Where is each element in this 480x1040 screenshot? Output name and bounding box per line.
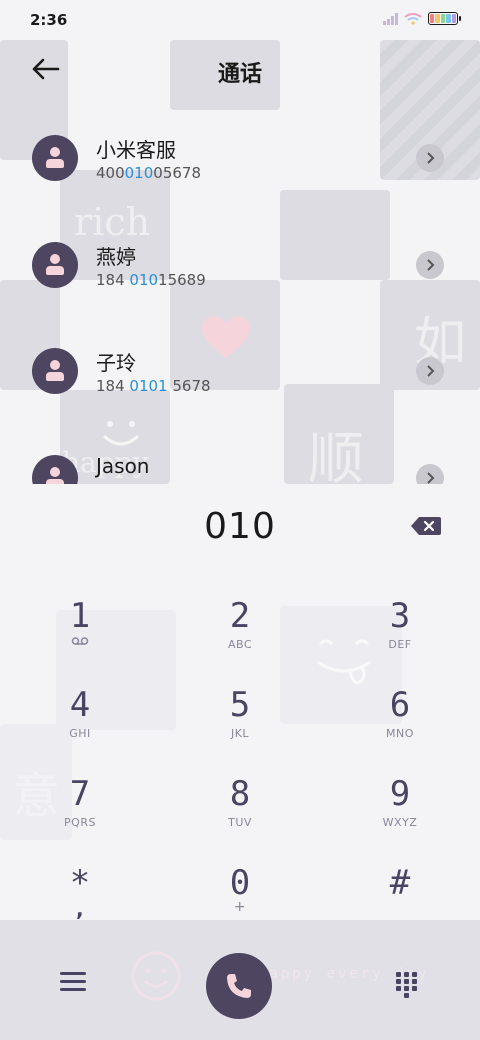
signal-icon <box>383 12 398 25</box>
chevron-right-icon <box>427 472 435 484</box>
chevron-right-icon <box>427 365 435 377</box>
avatar <box>32 135 78 181</box>
menu-icon-line <box>60 972 86 975</box>
contact-name: 子玲 <box>96 351 136 375</box>
key-5[interactable]: 5 JKL <box>190 685 290 765</box>
contact-name: 燕婷 <box>96 245 136 269</box>
battery-icon <box>428 12 461 25</box>
key-letters: MNO <box>386 727 414 740</box>
avatar <box>32 348 78 394</box>
menu-icon-line <box>60 988 86 991</box>
key-digit: 8 <box>229 774 251 814</box>
battery-segment <box>446 14 451 23</box>
smiley-deco-icon <box>131 951 181 1001</box>
menu-button[interactable] <box>60 972 86 996</box>
status-time: 2:36 <box>30 11 68 29</box>
key-digit: 4 <box>69 685 91 725</box>
key-letters: DEF <box>388 638 412 651</box>
key-letters: WXYZ <box>382 816 418 829</box>
key-digit: 7 <box>69 774 91 814</box>
status-bar: 2:36 <box>0 0 480 40</box>
phone-icon <box>227 974 251 998</box>
contact-name: 小米客服 <box>96 138 176 162</box>
key-digit: 9 <box>389 774 411 814</box>
contact-number: 40001005678 <box>96 164 201 182</box>
key-3[interactable]: 3 DEF <box>350 596 450 676</box>
search-results-list: 小米客服 40001005678 燕婷 184 01015689 子玲 184 … <box>0 104 480 484</box>
key-letters: + <box>233 899 247 915</box>
menu-icon-line <box>60 980 86 983</box>
contact-row[interactable]: 燕婷 184 01015689 <box>0 211 480 311</box>
key-letters: PQRS <box>64 816 96 829</box>
backspace-icon[interactable] <box>410 516 442 536</box>
key-1[interactable]: 1 <box>30 596 130 676</box>
key-letters: , <box>75 897 85 921</box>
call-button[interactable] <box>206 953 272 1019</box>
contact-row[interactable]: 子玲 184 0101 5678 <box>0 317 480 417</box>
key-7[interactable]: 7 PQRS <box>30 774 130 854</box>
key-letters: JKL <box>230 727 250 740</box>
avatar <box>32 455 78 484</box>
key-6[interactable]: 6 MNO <box>350 685 450 765</box>
key-9[interactable]: 9 WXYZ <box>350 774 450 854</box>
battery-segment <box>451 14 457 23</box>
key-4[interactable]: 4 GHI <box>30 685 130 765</box>
contact-detail-button[interactable] <box>416 464 444 484</box>
voicemail-icon <box>71 637 89 645</box>
contact-number: 184 01015689 <box>96 271 206 289</box>
status-icons <box>383 12 461 25</box>
contact-row[interactable]: 小米客服 40001005678 <box>0 104 480 204</box>
avatar <box>32 242 78 288</box>
key-letters: ABC <box>227 638 253 651</box>
wifi-icon <box>404 12 422 25</box>
page-title: 通话 <box>217 62 262 87</box>
dialpad-toggle-icon[interactable] <box>396 972 418 998</box>
contact-detail-button[interactable] <box>416 144 444 172</box>
dial-number-input[interactable]: 010 <box>0 506 480 547</box>
key-8[interactable]: 8 TUV <box>190 774 290 854</box>
key-digit: 6 <box>389 685 411 725</box>
key-digit: 3 <box>389 596 411 636</box>
contact-name: Jason <box>96 454 150 478</box>
battery-segment <box>430 14 435 23</box>
key-letters: TUV <box>228 816 252 829</box>
key-2[interactable]: 2 ABC <box>190 596 290 676</box>
battery-segment <box>435 14 440 23</box>
contact-row[interactable]: Jason <box>0 424 480 484</box>
battery-segment <box>440 14 446 23</box>
key-digit: 2 <box>229 596 251 636</box>
chevron-right-icon <box>427 152 435 164</box>
key-digit: # <box>389 863 411 903</box>
chevron-right-icon <box>427 259 435 271</box>
contact-detail-button[interactable] <box>416 357 444 385</box>
key-digit: 5 <box>229 685 251 725</box>
key-digit: 1 <box>69 596 91 636</box>
contact-detail-button[interactable] <box>416 251 444 279</box>
key-digit: 0 <box>229 863 251 903</box>
contact-number: 184 0101 5678 <box>96 377 211 395</box>
key-letters: GHI <box>69 727 91 740</box>
